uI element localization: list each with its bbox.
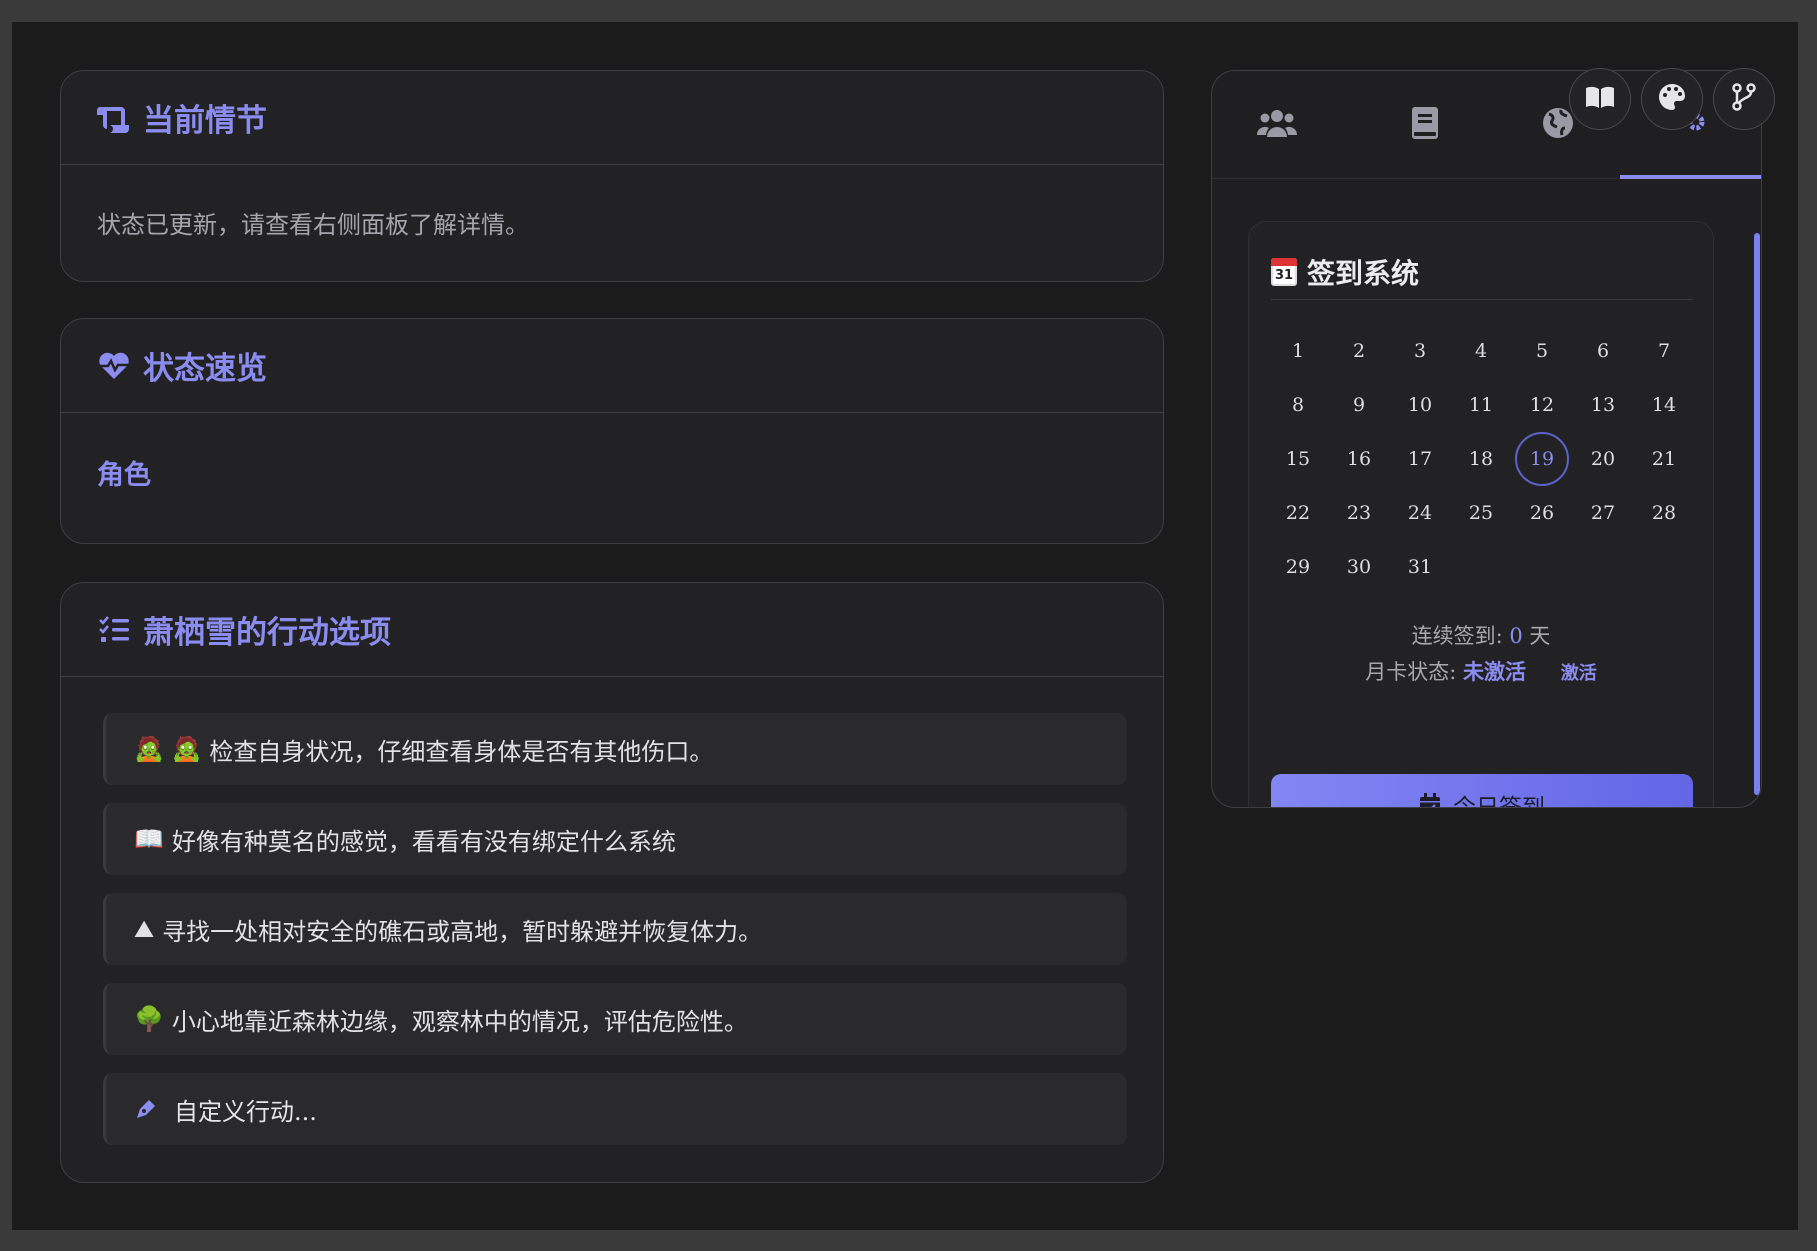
calendar-day[interactable]: 17 — [1393, 432, 1447, 486]
guide-button[interactable] — [1569, 68, 1631, 130]
users-icon — [1256, 107, 1298, 143]
scroll-icon — [97, 101, 131, 135]
calendar-day[interactable]: 7 — [1637, 324, 1691, 378]
calendar-day[interactable]: 13 — [1576, 378, 1630, 432]
calendar-day[interactable]: 21 — [1637, 432, 1691, 486]
book-open-icon — [1585, 85, 1615, 113]
calendar-day[interactable]: 14 — [1637, 378, 1691, 432]
action-option-check-system[interactable]: 📖 好像有种莫名的感觉，看看有没有绑定什么系统 — [103, 803, 1127, 875]
card-status-label: 月卡状态: — [1365, 660, 1457, 684]
activate-link[interactable]: 激活 — [1561, 663, 1597, 684]
calendar-day[interactable]: 8 — [1271, 378, 1325, 432]
open-book-emoji-icon: 📖 — [134, 825, 164, 853]
checklist-icon — [97, 613, 131, 647]
status-card: 状态速览 角色 — [60, 318, 1164, 544]
tree-emoji-icon: 🌳 — [134, 1005, 164, 1033]
calendar-day[interactable]: 15 — [1271, 432, 1325, 486]
actions-card-header: 萧栖雪的行动选项 — [61, 583, 1163, 677]
calendar-day[interactable]: 29 — [1271, 540, 1325, 594]
mountain-emoji-icon: ⛰ — [134, 915, 155, 943]
calendar-day[interactable]: 30 — [1332, 540, 1386, 594]
custom-action-label: 自定义行动... — [174, 1097, 317, 1126]
action-option-text: 好像有种莫名的感觉，看看有没有绑定什么系统 — [171, 827, 676, 856]
calendar-day[interactable]: 6 — [1576, 324, 1630, 378]
calendar-day[interactable]: 31 — [1393, 540, 1447, 594]
checkin-widget: 31 签到系统 1 2 3 4 5 6 7 8 9 10 11 12 13 14 15 16 17 18 19 20 2… — [1248, 221, 1714, 808]
card-status-line: 月卡状态: 未激活 激活 — [1249, 656, 1713, 686]
calendar-day[interactable]: 11 — [1454, 378, 1508, 432]
calendar-day[interactable]: 10 — [1393, 378, 1447, 432]
palette-icon — [1658, 83, 1686, 115]
zombie-emoji-icon: 🧟 🧟 — [134, 735, 202, 763]
calendar-day[interactable]: 16 — [1332, 432, 1386, 486]
checkin-title: 签到系统 — [1307, 256, 1420, 290]
story-card-header: 当前情节 — [61, 71, 1163, 165]
action-option-approach-forest[interactable]: 🌳 小心地靠近森林边缘，观察林中的情况，评估危险性。 — [103, 983, 1127, 1055]
streak-unit: 天 — [1529, 624, 1551, 648]
calendar-day[interactable]: 20 — [1576, 432, 1630, 486]
streak-value: 0 — [1509, 624, 1523, 648]
checkin-header: 31 签到系统 — [1271, 244, 1693, 300]
calendar-day[interactable]: 1 — [1271, 324, 1325, 378]
story-card: 当前情节 状态已更新，请查看右侧面板了解详情。 — [60, 70, 1164, 282]
globe-icon — [1541, 106, 1575, 144]
streak-label: 连续签到: — [1411, 624, 1503, 648]
book-icon — [1411, 106, 1439, 144]
active-tab-indicator — [1620, 175, 1761, 179]
calendar-day-today[interactable]: 19 — [1515, 432, 1569, 486]
calendar-day[interactable]: 4 — [1454, 324, 1508, 378]
card-status-value: 未激活 — [1463, 659, 1527, 684]
role-label: 角色 — [97, 460, 151, 491]
heart-pulse-icon — [97, 349, 131, 383]
side-panel-scrollbar[interactable] — [1754, 233, 1760, 795]
calendar-day[interactable]: 25 — [1454, 486, 1508, 540]
calendar-day[interactable]: 18 — [1454, 432, 1508, 486]
calendar-check-icon — [1419, 793, 1441, 807]
calendar-day[interactable]: 27 — [1576, 486, 1630, 540]
calendar-day[interactable]: 26 — [1515, 486, 1569, 540]
calendar-day[interactable]: 23 — [1332, 486, 1386, 540]
calendar-day[interactable]: 24 — [1393, 486, 1447, 540]
action-option-check-self[interactable]: 🧟 🧟 检查自身状况，仔细查看身体是否有其他伤口。 — [103, 713, 1127, 785]
branch-icon — [1731, 83, 1757, 115]
story-title: 当前情节 — [143, 103, 267, 139]
calendar-icon: 31 — [1271, 257, 1297, 286]
actions-card: 萧栖雪的行动选项 🧟 🧟 检查自身状况，仔细查看身体是否有其他伤口。 📖 好像有… — [60, 582, 1164, 1183]
status-card-header: 状态速览 — [61, 319, 1163, 413]
calendar-day[interactable]: 22 — [1271, 486, 1325, 540]
action-option-text: 检查自身状况，仔细查看身体是否有其他伤口。 — [209, 737, 714, 766]
custom-action-button[interactable]: 自定义行动... — [103, 1073, 1127, 1145]
status-title: 状态速览 — [143, 351, 267, 387]
pen-icon — [134, 1097, 158, 1121]
actions-title: 萧栖雪的行动选项 — [143, 615, 391, 651]
theme-button[interactable] — [1641, 68, 1703, 130]
action-option-find-shelter[interactable]: ⛰ 寻找一处相对安全的礁石或高地，暂时躲避并恢复体力。 — [103, 893, 1127, 965]
action-option-text: 小心地靠近森林边缘，观察林中的情况，评估危险性。 — [171, 1007, 748, 1036]
calendar-day[interactable]: 3 — [1393, 324, 1447, 378]
calendar-day[interactable]: 9 — [1332, 378, 1386, 432]
tab-characters[interactable] — [1212, 71, 1342, 179]
tab-journal[interactable] — [1360, 71, 1490, 179]
checkin-today-button[interactable]: 今日签到 — [1271, 774, 1693, 808]
action-options-list: 🧟 🧟 检查自身状况，仔细查看身体是否有其他伤口。 📖 好像有种莫名的感觉，看看… — [61, 677, 1163, 1145]
checkin-button-label: 今日签到 — [1453, 795, 1545, 808]
calendar-day[interactable]: 28 — [1637, 486, 1691, 540]
side-panel: 31 签到系统 1 2 3 4 5 6 7 8 9 10 11 12 13 14 15 16 17 18 19 20 2… — [1211, 70, 1762, 808]
calendar-day[interactable]: 12 — [1515, 378, 1569, 432]
branch-button[interactable] — [1713, 68, 1775, 130]
action-option-text: 寻找一处相对安全的礁石或高地，暂时躲避并恢复体力。 — [162, 917, 763, 946]
streak-line: 连续签到: 0 天 — [1249, 620, 1713, 650]
calendar-day[interactable]: 2 — [1332, 324, 1386, 378]
calendar-day[interactable]: 5 — [1515, 324, 1569, 378]
app-stage: 当前情节 状态已更新，请查看右侧面板了解详情。 状态速览 角色 萧栖雪的行动选项… — [12, 22, 1798, 1230]
story-text: 状态已更新，请查看右侧面板了解详情。 — [97, 211, 529, 239]
